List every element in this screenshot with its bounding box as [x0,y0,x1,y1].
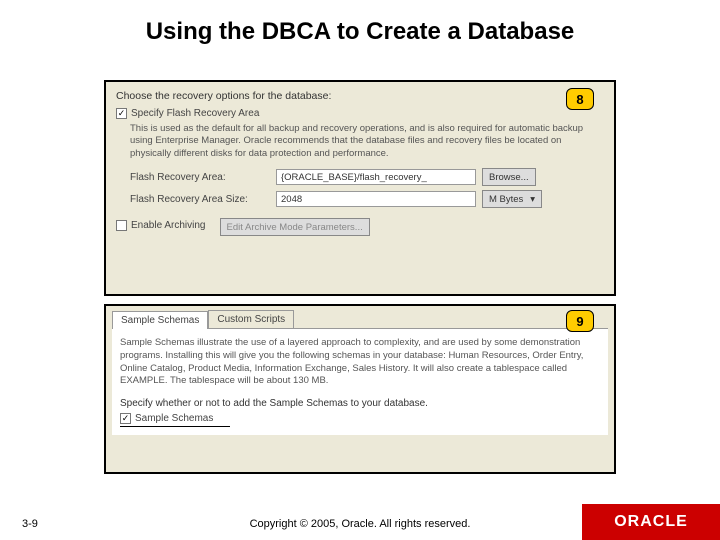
checkbox-checked-icon: ✓ [116,108,127,119]
specify-flash-row[interactable]: ✓ Specify Flash Recovery Area [116,108,604,119]
tabs: Sample Schemas Custom Scripts [106,306,614,328]
checkbox-checked-icon: ✓ [120,413,131,424]
flash-size-row: Flash Recovery Area Size: 2048 M Bytes▾ [130,190,604,208]
edit-archive-button[interactable]: Edit Archive Mode Parameters... [220,218,370,236]
slide: Using the DBCA to Create a Database Choo… [0,0,720,540]
callout-9: 9 [566,310,594,332]
flash-desc: This is used as the default for all back… [130,123,604,160]
specify-text: Specify whether or not to add the Sample… [120,398,600,409]
flash-area-label: Flash Recovery Area: [130,172,270,183]
oracle-logo: ORACLE [582,504,720,540]
specify-flash-label: Specify Flash Recovery Area [131,108,259,119]
enable-archiving-label: Enable Archiving [131,220,206,231]
size-unit-select[interactable]: M Bytes▾ [482,190,542,208]
flash-size-label: Flash Recovery Area Size: [130,194,270,205]
enable-archiving-row[interactable]: ✓ Enable Archiving [116,220,206,231]
tab-sample-schemas[interactable]: Sample Schemas [112,311,208,329]
recovery-options-panel: Choose the recovery options for the data… [104,80,616,296]
flash-size-input[interactable]: 2048 [276,191,476,207]
sample-schemas-row[interactable]: ✓ Sample Schemas [120,413,230,427]
schemas-panel: Sample Schemas Custom Scripts Sample Sch… [104,304,616,474]
flash-area-input[interactable]: {ORACLE_BASE}/flash_recovery_ [276,169,476,185]
checkbox-unchecked-icon: ✓ [116,220,127,231]
flash-area-row: Flash Recovery Area: {ORACLE_BASE}/flash… [130,168,604,186]
tab-custom-scripts[interactable]: Custom Scripts [208,310,294,328]
tab-body: Sample Schemas illustrate the use of a l… [112,328,608,435]
browse-button[interactable]: Browse... [482,168,536,186]
callout-8: 8 [566,88,594,110]
chevron-down-icon: ▾ [530,194,535,205]
footer: 3-9 Copyright © 2005, Oracle. All rights… [0,504,720,540]
page-title: Using the DBCA to Create a Database [0,0,720,46]
recovery-prompt: Choose the recovery options for the data… [116,90,604,102]
sample-schemas-label: Sample Schemas [135,413,213,424]
schemas-desc: Sample Schemas illustrate the use of a l… [120,337,600,388]
